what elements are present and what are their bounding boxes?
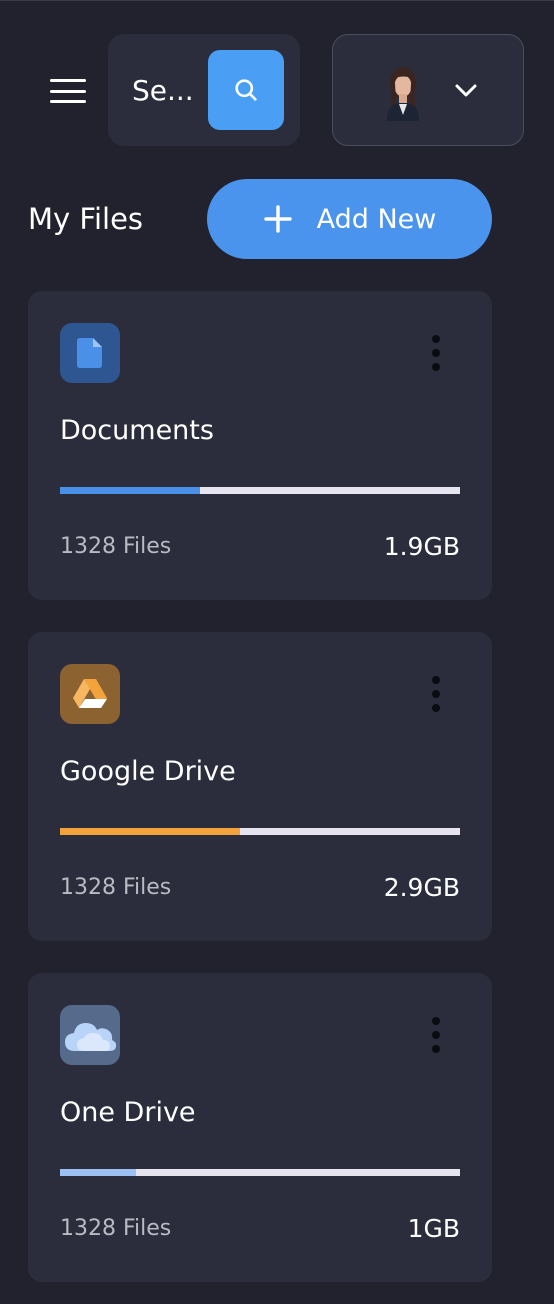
cloud-icon	[65, 1023, 117, 1051]
more-options-icon[interactable]	[424, 676, 448, 712]
file-size: 2.9GB	[383, 873, 460, 902]
avatar[interactable]	[373, 61, 433, 121]
document-icon	[77, 338, 102, 368]
more-options-icon[interactable]	[424, 335, 448, 371]
storage-progress-fill	[60, 487, 200, 494]
menu-icon[interactable]	[50, 79, 86, 103]
search-icon	[235, 79, 257, 101]
file-size: 1.9GB	[383, 532, 460, 561]
file-size: 1GB	[407, 1214, 460, 1243]
file-count: 1328 Files	[60, 875, 172, 900]
file-card-documents[interactable]: Documents 1328 Files 1.9GB	[28, 291, 492, 600]
storage-progress-bar	[60, 487, 460, 494]
file-card-google-drive[interactable]: Google Drive 1328 Files 2.9GB	[28, 632, 492, 941]
search-input[interactable]: Se...	[132, 34, 204, 146]
plus-icon	[263, 205, 292, 233]
card-title: Documents	[60, 415, 214, 446]
file-card-one-drive[interactable]: One Drive 1328 Files 1GB	[28, 973, 492, 1282]
storage-progress-bar	[60, 828, 460, 835]
chevron-down-icon	[455, 84, 477, 97]
google-drive-icon	[73, 679, 107, 708]
add-new-button[interactable]: Add New	[207, 179, 492, 259]
search-button[interactable]	[208, 50, 284, 130]
more-options-icon[interactable]	[424, 1017, 448, 1053]
profile-dropdown[interactable]	[332, 34, 524, 146]
storage-progress-fill	[60, 828, 240, 835]
storage-progress-fill	[60, 1169, 136, 1176]
card-title: One Drive	[60, 1097, 196, 1128]
add-new-label: Add New	[316, 203, 437, 235]
card-title: Google Drive	[60, 756, 236, 787]
card-icon-bg	[60, 664, 120, 724]
storage-progress-bar	[60, 1169, 460, 1176]
card-icon-bg	[60, 323, 120, 383]
card-icon-bg	[60, 1005, 120, 1065]
search-box[interactable]: Se...	[108, 34, 300, 146]
file-count: 1328 Files	[60, 1216, 172, 1241]
file-count: 1328 Files	[60, 534, 172, 559]
page-title: My Files	[28, 202, 144, 236]
